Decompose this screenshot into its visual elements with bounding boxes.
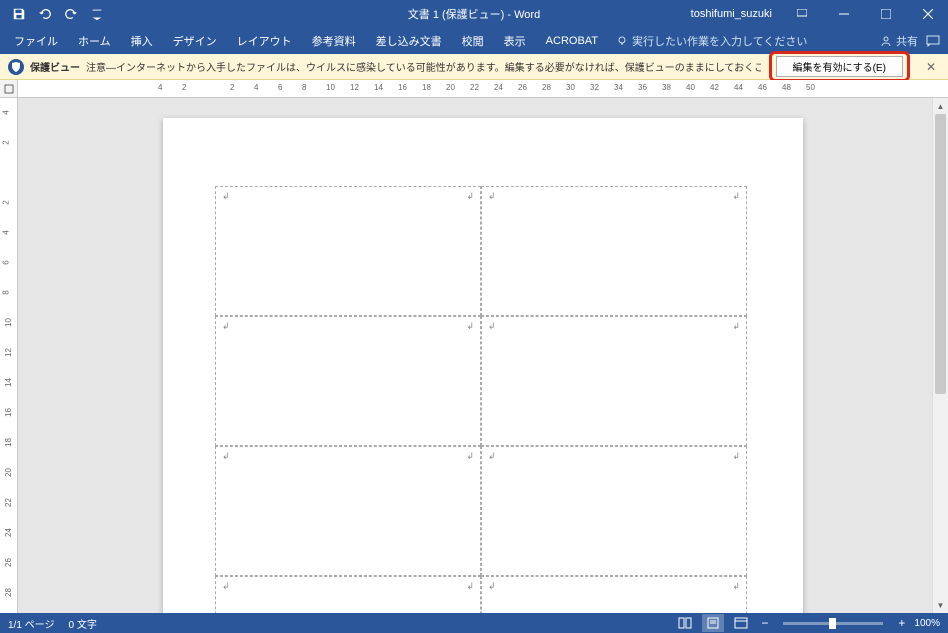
minimize-button[interactable] — [824, 0, 864, 28]
close-bar-button[interactable]: ✕ — [922, 60, 940, 74]
enable-editing-highlight: 編集を有効にする(E) — [769, 51, 910, 82]
zoom-out-button[interactable]: − — [758, 616, 771, 630]
label-cell[interactable]: ↲↲ — [215, 446, 481, 576]
user-name[interactable]: toshifumi_suzuki — [691, 8, 772, 20]
share-icon — [880, 35, 892, 47]
zoom-level[interactable]: 100% — [914, 618, 940, 629]
tab-references[interactable]: 参考資料 — [302, 28, 366, 54]
undo-button[interactable] — [34, 3, 56, 25]
document-scroll-area[interactable]: ↲↲ ↲↲ ↲↲ ↲↲ ↲↲ ↲↲ ↲↲ ↲↲ ▲ ▼ — [18, 98, 948, 613]
horizontal-ruler[interactable]: 4224681012141618202224262830323436384042… — [18, 80, 948, 98]
word-count[interactable]: 0 文字 — [68, 616, 96, 631]
label-cell[interactable]: ↲↲ — [481, 316, 747, 446]
label-grid: ↲↲ ↲↲ ↲↲ ↲↲ ↲↲ ↲↲ ↲↲ ↲↲ — [215, 186, 747, 613]
close-button[interactable] — [908, 0, 948, 28]
zoom-slider-thumb[interactable] — [829, 618, 836, 629]
comments-icon[interactable] — [926, 35, 940, 47]
status-bar: 1/1 ページ 0 文字 − + 100% — [0, 613, 948, 633]
document-page[interactable]: ↲↲ ↲↲ ↲↲ ↲↲ ↲↲ ↲↲ ↲↲ ↲↲ — [163, 118, 803, 613]
tab-view[interactable]: 表示 — [494, 28, 536, 54]
ruler-corner[interactable] — [0, 80, 18, 98]
share-button[interactable]: 共有 — [880, 33, 918, 49]
maximize-button[interactable] — [866, 0, 906, 28]
tab-home[interactable]: ホーム — [68, 28, 121, 54]
protected-view-message: 注意—インターネットから入手したファイルは、ウイルスに感染している可能性がありま… — [86, 59, 761, 74]
protected-view-bar: 保護ビュー 注意—インターネットから入手したファイルは、ウイルスに感染している可… — [0, 54, 948, 80]
tell-me-search[interactable]: 実行したい作業を入力してください — [616, 33, 807, 49]
quick-access-toolbar — [0, 3, 108, 25]
share-label: 共有 — [896, 33, 918, 49]
shield-icon — [8, 59, 24, 75]
scroll-up-button[interactable]: ▲ — [933, 98, 948, 114]
label-cell[interactable]: ↲↲ — [215, 186, 481, 316]
scroll-thumb[interactable] — [935, 114, 946, 394]
label-cell[interactable]: ↲↲ — [215, 316, 481, 446]
tab-file[interactable]: ファイル — [4, 28, 68, 54]
protected-view-label: 保護ビュー — [30, 59, 80, 74]
content-area: 422468101214161820222426283032 ↲↲ ↲↲ ↲↲ … — [0, 98, 948, 613]
vertical-ruler[interactable]: 422468101214161820222426283032 — [0, 98, 18, 613]
title-bar: 文書 1 (保護ビュー) - Word toshifumi_suzuki — [0, 0, 948, 28]
tab-mailings[interactable]: 差し込み文書 — [366, 28, 452, 54]
label-cell[interactable]: ↲↲ — [215, 576, 481, 613]
redo-button[interactable] — [60, 3, 82, 25]
tab-acrobat[interactable]: ACROBAT — [536, 28, 608, 54]
label-cell[interactable]: ↲↲ — [481, 576, 747, 613]
print-layout-button[interactable] — [702, 614, 724, 632]
page-count[interactable]: 1/1 ページ — [8, 616, 54, 631]
vertical-scrollbar[interactable]: ▲ ▼ — [932, 98, 948, 613]
read-mode-button[interactable] — [674, 614, 696, 632]
ribbon-display-button[interactable] — [782, 0, 822, 28]
zoom-slider[interactable] — [783, 622, 883, 625]
lightbulb-icon — [616, 35, 628, 47]
tab-design[interactable]: デザイン — [163, 28, 227, 54]
label-cell[interactable]: ↲↲ — [481, 186, 747, 316]
enable-editing-button[interactable]: 編集を有効にする(E) — [776, 56, 903, 77]
scroll-down-button[interactable]: ▼ — [933, 597, 948, 613]
web-layout-button[interactable] — [730, 614, 752, 632]
tab-insert[interactable]: 挿入 — [121, 28, 163, 54]
window-controls: toshifumi_suzuki — [691, 0, 948, 28]
save-button[interactable] — [8, 3, 30, 25]
window-title: 文書 1 (保護ビュー) - Word — [408, 6, 540, 22]
customize-qat-button[interactable] — [86, 3, 108, 25]
tell-me-label: 実行したい作業を入力してください — [632, 33, 807, 49]
tab-layout[interactable]: レイアウト — [227, 28, 302, 54]
tab-review[interactable]: 校閲 — [452, 28, 494, 54]
label-cell[interactable]: ↲↲ — [481, 446, 747, 576]
horizontal-ruler-area: 4224681012141618202224262830323436384042… — [0, 80, 948, 98]
zoom-in-button[interactable]: + — [895, 616, 908, 630]
